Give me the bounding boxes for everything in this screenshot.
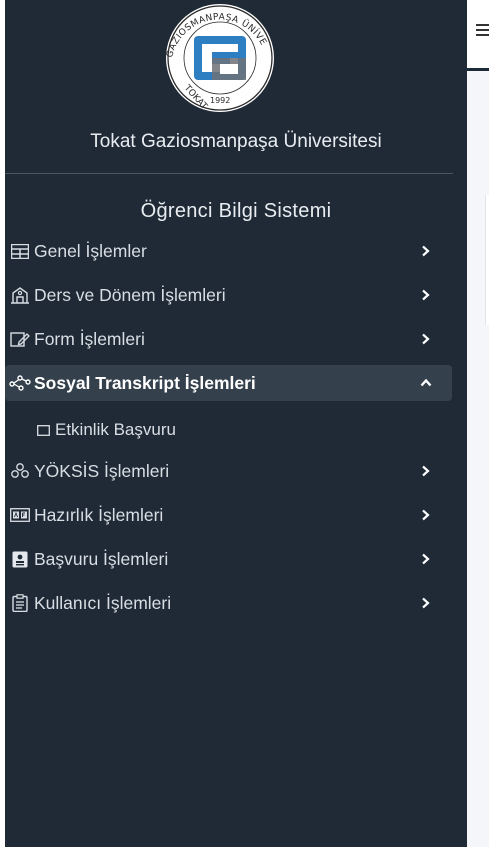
sidebar-item-label: Sosyal Transkript İşlemleri: [34, 372, 256, 393]
sidebar-item-label: Genel İşlemler: [34, 240, 147, 261]
id-card-icon: [9, 549, 31, 569]
sidebar-item-hazirlik[interactable]: Hazırlık İşlemleri: [5, 497, 452, 533]
sitemap-icon: [9, 461, 31, 481]
sidebar-item-yoksis[interactable]: YÖKSİS İşlemleri: [5, 453, 452, 489]
building-icon: [9, 285, 31, 305]
sidebar-item-label: Ders ve Dönem İşlemleri: [34, 284, 226, 305]
chevron-right-icon: [422, 465, 430, 477]
edit-form-icon: [9, 329, 31, 349]
chevron-right-icon: [422, 245, 430, 257]
sidebar-item-label: Hazırlık İşlemleri: [34, 504, 164, 525]
chevron-up-icon: [420, 378, 432, 387]
chevron-right-icon: [422, 553, 430, 565]
university-name: Tokat Gaziosmanpaşa Üniversitesi: [90, 131, 382, 152]
university-logo[interactable]: GAZIOSMANPAŞA ÜNİVERSİTESİ TOKAT 1992: [146, 0, 290, 114]
sidebar-divider: [5, 173, 453, 174]
chevron-right-icon: [422, 597, 430, 609]
sidebar-item-genel-islemler[interactable]: Genel İşlemler: [5, 233, 452, 269]
sidebar-item-label: Kullanıcı İşlemleri: [34, 592, 172, 613]
sidebar-item-sosyal-transkript[interactable]: Sosyal Transkript İşlemleri: [5, 365, 452, 401]
sidebar-item-label: Başvuru İşlemleri: [34, 548, 169, 569]
sidebar-item-basvuru[interactable]: Başvuru İşlemleri: [5, 541, 452, 577]
table-icon: [9, 241, 31, 261]
share-nodes-icon: [9, 373, 31, 393]
system-title: Öğrenci Bilgi Sistemi: [140, 200, 332, 222]
sidebar-item-kullanici[interactable]: Kullanıcı İşlemleri: [5, 585, 452, 621]
clipboard-icon: [9, 593, 31, 613]
sidebar-item-form-islemleri[interactable]: Form İşlemleri: [5, 321, 452, 357]
sidebar-item-ders-ve-donem[interactable]: Ders ve Dönem İşlemleri: [5, 277, 452, 313]
sidebar: GAZIOSMANPAŞA ÜNİVERSİTESİ TOKAT 1992 To…: [5, 0, 467, 847]
chevron-right-icon: [422, 289, 430, 301]
main-content-area: [467, 71, 489, 847]
sidebar-subitem-label: Etkinlik Başvuru: [55, 420, 176, 439]
chevron-right-icon: [422, 333, 430, 345]
sidebar-subitem-etkinlik-basvuru[interactable]: Etkinlik Başvuru: [37, 413, 176, 447]
sidebar-item-label: Form İşlemleri: [34, 328, 145, 349]
content-card: [485, 195, 489, 325]
keyboard-icon: [9, 505, 31, 525]
square-icon: [37, 424, 51, 436]
chevron-right-icon: [422, 509, 430, 521]
logo-year: 1992: [210, 96, 230, 105]
hamburger-menu-icon[interactable]: [476, 24, 489, 38]
sidebar-item-label: YÖKSİS İşlemleri: [34, 460, 170, 481]
